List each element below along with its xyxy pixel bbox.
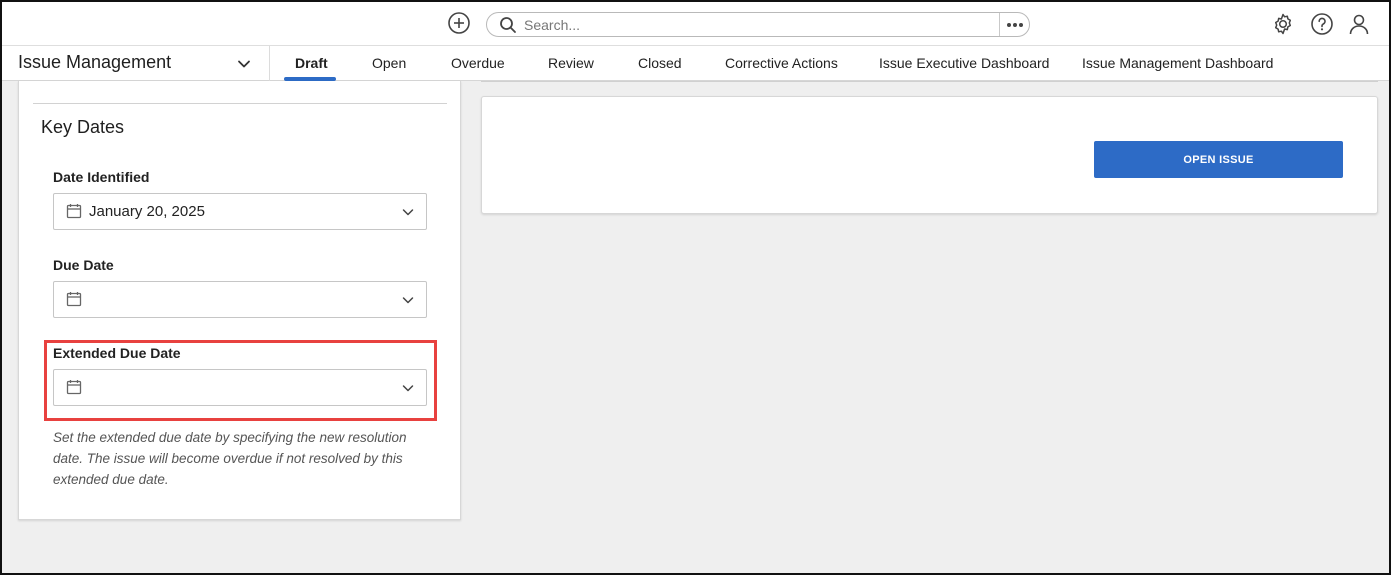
chevron-down-icon [401, 293, 415, 307]
question-circle-icon[interactable] [1310, 12, 1334, 36]
chevron-down-icon [401, 205, 415, 219]
extended-due-date-label: Extended Due Date [53, 345, 181, 361]
tab-draft[interactable]: Draft [295, 46, 328, 81]
top-bar [2, 2, 1389, 46]
search-icon [499, 16, 517, 34]
tab-open[interactable]: Open [372, 46, 406, 81]
calendar-icon [66, 379, 82, 395]
due-date-field[interactable] [53, 281, 427, 318]
tab-closed[interactable]: Closed [638, 46, 682, 81]
date-identified-label: Date Identified [53, 169, 150, 185]
actions-panel: OPEN ISSUE [481, 96, 1378, 214]
gear-icon[interactable] [1271, 12, 1295, 36]
extended-due-date-help: Set the extended due date by specifying … [53, 430, 407, 487]
calendar-icon [66, 203, 82, 219]
tab-overdue[interactable]: Overdue [451, 46, 505, 81]
app-selector[interactable]: Issue Management [2, 46, 270, 81]
key-dates-panel: Key Dates Date Identified January 20, 20… [18, 81, 461, 520]
tab-review[interactable]: Review [548, 46, 594, 81]
app-window: Issue Management Draft Open Overdue Revi… [0, 0, 1391, 575]
date-identified-field[interactable]: January 20, 2025 [53, 193, 427, 230]
calendar-icon [66, 291, 82, 307]
due-date-label: Due Date [53, 257, 114, 273]
tab-issue-executive-dashboard[interactable]: Issue Executive Dashboard [879, 46, 1049, 81]
section-title: Key Dates [41, 117, 125, 137]
section-divider [33, 103, 447, 104]
tab-corrective-actions[interactable]: Corrective Actions [725, 46, 838, 81]
chevron-down-icon [236, 56, 252, 72]
plus-circle-icon[interactable] [447, 11, 471, 35]
module-nav: Issue Management Draft Open Overdue Revi… [2, 46, 1389, 81]
more-horizontal-icon[interactable] [999, 13, 1029, 36]
extended-due-date-field[interactable] [53, 369, 427, 406]
chevron-down-icon [401, 381, 415, 395]
search-input[interactable] [522, 15, 977, 34]
search-bar [486, 12, 1030, 37]
app-title: Issue Management [18, 52, 172, 72]
user-icon[interactable] [1347, 12, 1371, 36]
open-issue-button[interactable]: OPEN ISSUE [1094, 141, 1343, 178]
card-top-edge [481, 81, 1378, 82]
date-identified-value: January 20, 2025 [89, 203, 205, 220]
tab-issue-management-dashboard[interactable]: Issue Management Dashboard [1082, 46, 1273, 81]
